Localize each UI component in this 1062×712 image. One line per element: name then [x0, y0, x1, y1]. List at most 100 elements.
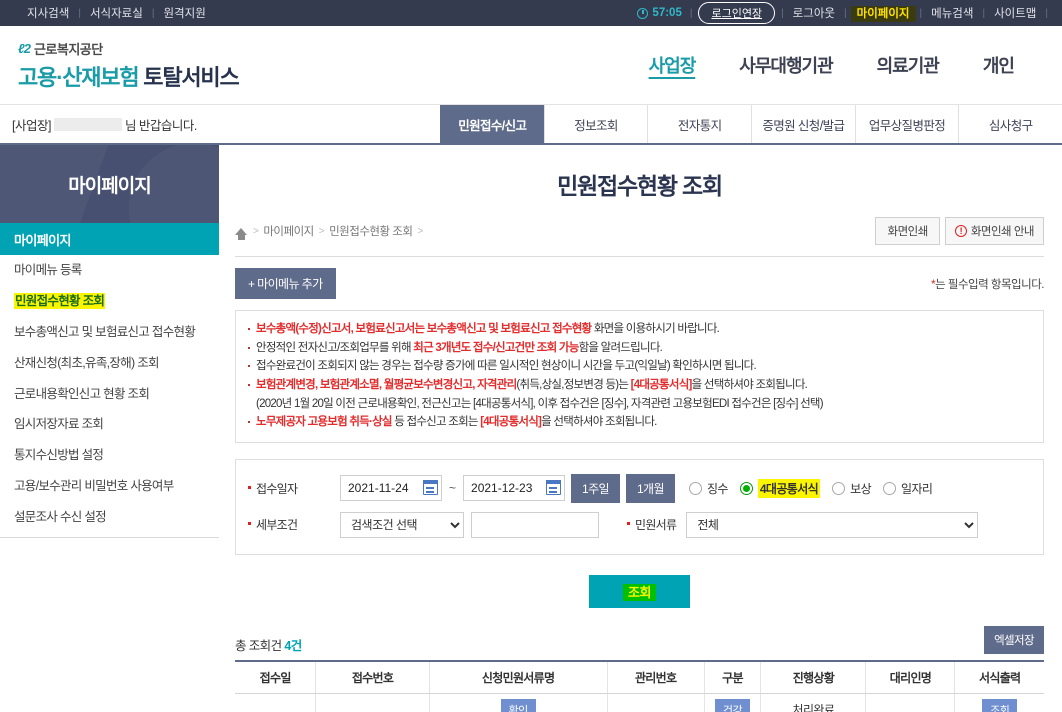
required-note-text: 는 필수입력 항목입니다. [935, 278, 1044, 291]
tab-review-request[interactable]: 심사청구 [958, 105, 1062, 143]
tab-electronic-notice[interactable]: 전자통지 [647, 105, 751, 143]
sidebar-item-register-mymenu[interactable]: 마이메뉴 등록 [0, 255, 219, 286]
breadcrumb-arrow-icon: > [318, 225, 325, 237]
sidebar-item-survey-receive[interactable]: 설문조사 수신 설정 [0, 502, 219, 533]
add-mymenu-button[interactable]: + 마이메뉴 추가 [235, 268, 336, 299]
sidebar-item-industrial-accident-claim[interactable]: 산재신청(최초,유족,장해) 조회 [0, 348, 219, 379]
utility-separator: | [689, 7, 693, 19]
table-row[interactable]: 확인 . 건강 처리완료 조회 [235, 693, 1044, 712]
menu-search-link[interactable]: 메뉴검색 [922, 5, 982, 21]
breadcrumb-arrow-icon: > [253, 225, 259, 237]
logo-corp-name: 근로복지공단 [33, 41, 103, 57]
exclamation-icon: ! [954, 225, 967, 237]
date-to-wrap [463, 475, 566, 502]
col-management-number: 관리번호 [606, 659, 705, 694]
radio-icon[interactable] [883, 481, 897, 495]
sidebar-item-civil-status-inquiry[interactable]: 민원접수현황 조회 [0, 286, 219, 317]
cell-document-name: 확인 [428, 693, 608, 712]
mypage-link[interactable]: 마이페이지 [847, 5, 920, 22]
col-receipt-date: 접수일 [235, 659, 316, 694]
sidebar-item-notification-method[interactable]: 통지수신방법 설정 [0, 440, 219, 471]
global-nav: 사업장 사무대행기관 의료기관 개인 [627, 50, 1062, 80]
sidebar-item-work-confirmation-status[interactable]: 근로내용확인신고 현황 조회 [0, 379, 219, 410]
radio-icon-selected[interactable] [739, 481, 753, 495]
sidebar-item-password-usage[interactable]: 고용/보수관리 비밀번호 사용여부 [0, 471, 219, 502]
results-table: 접수일 접수번호 신청민원서류명 관리번호 구분 진행상황 대리인명 서식출력 [235, 659, 1044, 712]
sidebar: 마이페이지 마이페이지 마이메뉴 등록 민원접수현황 조회 보수총액신고 및 보… [0, 145, 219, 688]
cell-agent-name [865, 693, 955, 712]
sidebar-item-temp-saved-data[interactable]: 임시저장자료 조회 [0, 409, 219, 440]
notice-line: 접수완료건이 조회되지 않는 경우는 접수량 증가에 따른 일시적인 현상이니 … [248, 357, 1031, 376]
utility-link-remote-support[interactable]: 원격지원 [154, 5, 214, 21]
radio-option-compensation[interactable]: 보상 [832, 480, 872, 497]
search-button[interactable]: 조회 [589, 574, 690, 608]
table-header-row: 접수일 접수번호 신청민원서류명 관리번호 구분 진행상황 대리인명 서식출력 [235, 659, 1044, 694]
breadcrumb: > 마이페이지 > 민원접수현황 조회 > [235, 223, 423, 240]
tab-info-inquiry[interactable]: 정보조회 [543, 105, 648, 143]
tab-civil-application[interactable]: 민원접수/신고 [440, 105, 544, 143]
home-icon[interactable] [235, 227, 247, 240]
breadcrumb-row: > 마이페이지 > 민원접수현황 조회 > 화면인쇄 ! 화면인쇄 안내 [235, 217, 1044, 245]
breadcrumb-arrow-icon: > [417, 225, 423, 237]
sidebar-item-total-wage-report[interactable]: 보수총액신고 및 보험료신고 접수현황 [0, 317, 219, 348]
calendar-icon[interactable] [422, 479, 439, 496]
breadcrumb-item-mypage[interactable]: 마이페이지 [263, 223, 314, 239]
radio-option-collection[interactable]: 징수 [688, 480, 728, 497]
search-condition-select[interactable]: 검색조건 선택 [340, 511, 464, 538]
screen-print-button[interactable]: 화면인쇄 [875, 217, 940, 245]
confirm-button[interactable]: 확인 [500, 698, 536, 712]
cell-management-number: . [606, 693, 705, 712]
logout-link[interactable]: 로그아웃 [784, 5, 844, 21]
gnb-item-individual[interactable]: 개인 [961, 50, 1036, 80]
col-progress-status: 진행상황 [760, 659, 866, 694]
gnb-item-medical[interactable]: 의료기관 [855, 50, 961, 80]
results-table-head: 접수일 접수번호 신청민원서류명 관리번호 구분 진행상황 대리인명 서식출력 [235, 659, 1044, 694]
breadcrumb-buttons: 화면인쇄 ! 화면인쇄 안내 [875, 217, 1044, 245]
utility-link-forms-archive[interactable]: 서식자료실 [81, 5, 152, 21]
sidebar-menu-list: 마이메뉴 등록 민원접수현황 조회 보수총액신고 및 보험료신고 접수현황 산재… [0, 255, 219, 538]
search-keyword-input[interactable] [471, 511, 599, 538]
welcome-message: [사업장] 님 반갑습니다. [0, 105, 440, 143]
screen-print-info-button[interactable]: ! 화면인쇄 안내 [944, 217, 1044, 245]
gnb-item-agency[interactable]: 사무대행기관 [717, 50, 854, 80]
top-utility-bar: 지사검색 | 서식자료실 | 원격지원 57:05 | 로그인연장 | 로그아웃… [0, 0, 1062, 26]
one-month-button[interactable]: 1개월 [625, 473, 675, 503]
utility-link-branch-search[interactable]: 지사검색 [18, 5, 78, 21]
page-title: 민원접수현황 조회 [557, 173, 723, 199]
one-week-button[interactable]: 1주일 [571, 473, 620, 503]
tab-certificate-issue[interactable]: 증명원 신청/발급 [751, 105, 855, 143]
extend-login-button[interactable]: 로그인연장 [698, 2, 776, 24]
breadcrumb-item-current: 민원접수현황 조회 [329, 226, 413, 238]
radio-icon[interactable] [832, 481, 846, 495]
screen-print-info-label: 화면인쇄 안내 [970, 226, 1035, 238]
divider [235, 256, 1044, 257]
excel-save-button[interactable]: 엑셀저장 [984, 625, 1044, 654]
logo-total-service-text: 토탈서비스 [143, 64, 239, 90]
result-count-value: 4건 [284, 638, 302, 653]
clock-icon [637, 7, 649, 19]
session-timer: 57:05 [633, 7, 689, 19]
utility-separator: | [1045, 7, 1048, 19]
detail-condition-label: 세부조건 [248, 516, 330, 533]
notice-line: 보험관계변경, 보험관계소멸, 월평균보수변경신고, 자격관리(취득,상실,정보… [248, 376, 1031, 395]
required-field-note: *는 필수입력 항목입니다. [931, 276, 1044, 292]
cell-receipt-date [235, 693, 316, 712]
sitemap-link[interactable]: 사이트맵 [985, 5, 1045, 21]
calendar-icon[interactable] [545, 479, 562, 496]
results-header-row: 총 조회건 4건 엑셀저장 [235, 625, 1044, 654]
tab-occupational-disease[interactable]: 업무상질병판정 [854, 105, 959, 143]
radio-icon[interactable] [688, 481, 702, 495]
results-table-body: 확인 . 건강 처리완료 조회 [235, 693, 1044, 712]
logo-corp-row: ℓ2 근로복지공단 [18, 39, 239, 58]
cell-category: 건강 [703, 693, 761, 712]
col-agent-name: 대리인명 [865, 659, 955, 694]
civil-document-select[interactable]: 전체 [686, 511, 979, 538]
date-from-wrap [340, 475, 442, 502]
radio-option-jobs[interactable]: 일자리 [883, 480, 933, 497]
radio-option-four-major-form[interactable]: 4대공통서식 [739, 478, 821, 498]
site-logo[interactable]: ℓ2 근로복지공단 고용·산재보험 토탈서비스 [0, 39, 240, 92]
gnb-item-workplace[interactable]: 사업장 [627, 50, 718, 80]
sidebar-item-mypage[interactable]: 마이페이지 [0, 223, 219, 255]
view-form-button[interactable]: 조회 [982, 698, 1018, 712]
logo-insurance-text: 고용·산재보험 [18, 64, 140, 90]
